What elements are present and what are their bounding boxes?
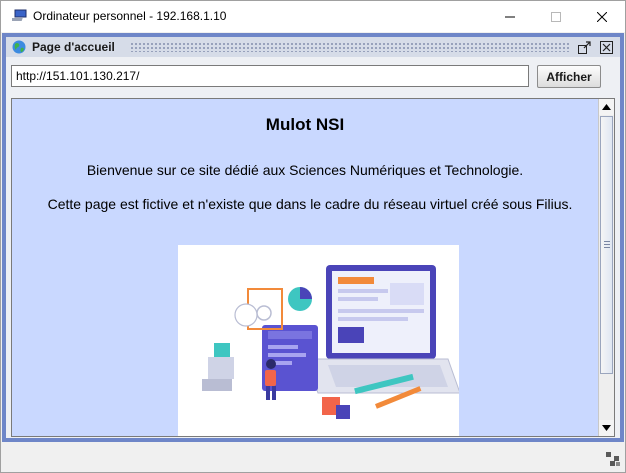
scroll-down-button[interactable] [599, 420, 614, 436]
disclaimer-paragraph: Cette page est fictive et n'existe que d… [47, 196, 573, 212]
close-icon [599, 40, 613, 54]
thumb-grip-line [604, 244, 610, 245]
titlebar-grip-pattern [130, 42, 570, 52]
developer-illustration-icon [202, 265, 459, 419]
scroll-up-button[interactable] [599, 99, 614, 115]
minimize-button[interactable] [487, 1, 533, 32]
application-window: Ordinateur personnel - 192.168.1.10 Page… [0, 0, 626, 473]
go-button[interactable]: Afficher [537, 65, 601, 88]
welcome-paragraph: Bienvenue sur ce site dédié aux Sciences… [86, 162, 524, 178]
page-viewport[interactable]: Mulot NSI Bienvenue sur ce site dédié au… [11, 98, 615, 437]
close-icon [597, 11, 607, 22]
globe-icon [12, 40, 26, 54]
url-input[interactable] [12, 66, 528, 86]
address-bar[interactable] [11, 65, 529, 87]
computer-app-icon [12, 9, 27, 21]
frame-title: Page d'accueil [32, 40, 115, 54]
chevron-up-icon [602, 104, 611, 110]
maximize-button[interactable] [533, 1, 579, 32]
chevron-down-icon [602, 425, 611, 431]
resize-grip-icon[interactable] [605, 451, 621, 467]
window-titlebar[interactable]: Ordinateur personnel - 192.168.1.10 [1, 1, 625, 32]
vertical-scrollbar[interactable] [598, 99, 614, 436]
browser-frame: Page d'accueil http://151.101.130.217/ A… [2, 33, 624, 442]
detach-button[interactable] [576, 39, 592, 55]
minimize-icon [505, 16, 515, 17]
person-figure-shape [266, 359, 276, 369]
thumb-grip-line [604, 241, 610, 242]
thumb-grip-line [604, 247, 610, 248]
illustration-image [178, 245, 459, 436]
web-page-content: Mulot NSI Bienvenue sur ce site dédié au… [12, 99, 598, 436]
maximize-icon [551, 11, 561, 22]
detach-icon [577, 40, 591, 54]
frame-close-button[interactable] [598, 39, 614, 55]
close-button[interactable] [579, 1, 625, 32]
scrollbar-thumb[interactable] [600, 116, 613, 374]
page-heading: Mulot NSI [265, 115, 345, 134]
internal-frame-titlebar[interactable]: Page d'accueil [6, 37, 620, 57]
window-title: Ordinateur personnel - 192.168.1.10 [33, 9, 227, 23]
browser-frame-body: Page d'accueil http://151.101.130.217/ A… [6, 37, 620, 438]
